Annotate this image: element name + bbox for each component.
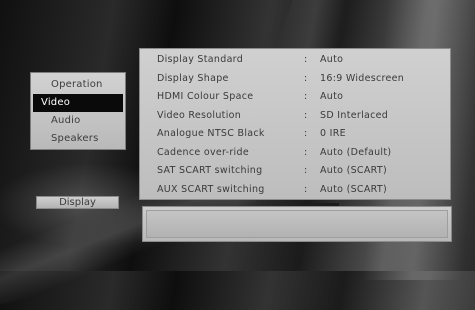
setting-value: Auto [320,54,344,65]
setting-separator: : [304,165,308,176]
setting-value: Auto [320,91,344,102]
setting-separator: : [304,128,308,139]
setting-label: Display Standard [157,54,244,65]
setting-separator: : [304,109,308,121]
setting-label: Cadence over-ride [157,146,249,158]
setting-value: Auto (SCART) [320,165,387,176]
setting-label: HDMI Colour Space [157,91,254,102]
setting-separator: : [304,183,308,195]
info-text-area [146,210,448,238]
settings-list: Display Standard : Auto Display Shape : … [139,48,451,200]
setting-value: Auto (Default) [320,146,392,158]
setting-value: 16:9 Widescreen [320,72,405,84]
setting-value: Auto (SCART) [320,183,387,195]
setting-label: Analogue NTSC Black [157,128,265,139]
setting-value: 0 IRE [320,128,346,139]
setting-value: SD Interlaced [320,109,389,121]
setting-label: Display Shape [157,72,229,84]
info-panel [142,206,452,242]
setting-row-aux-scart-switching[interactable]: AUX SCART switching : Auto (SCART) [140,181,450,200]
setting-row-display-shape[interactable]: Display Shape : 16:9 Widescreen [140,70,450,89]
setting-row-sat-scart-switching[interactable]: SAT SCART switching : Auto (SCART) [140,162,450,181]
category-menu: Operation Video Audio Speakers [30,72,126,150]
menu-item-video[interactable]: Video [33,94,123,112]
setting-separator: : [304,72,308,84]
setting-separator: : [304,91,308,102]
setting-label: SAT SCART switching [157,165,263,176]
menu-item-speakers[interactable]: Speakers [33,130,123,148]
menu-item-operation[interactable]: Operation [33,76,123,94]
setting-row-analogue-ntsc-black[interactable]: Analogue NTSC Black : 0 IRE [140,125,450,144]
setting-label: AUX SCART switching [157,183,265,195]
setting-label: Video Resolution [157,109,242,121]
setting-separator: : [304,146,308,158]
setting-separator: : [304,54,308,65]
menu-item-audio[interactable]: Audio [33,112,123,130]
setting-row-display-standard[interactable]: Display Standard : Auto [140,51,450,70]
display-button[interactable]: Display [36,196,119,209]
setting-row-hdmi-colour-space[interactable]: HDMI Colour Space : Auto [140,88,450,107]
setting-row-cadence-override[interactable]: Cadence over-ride : Auto (Default) [140,144,450,163]
setting-row-video-resolution[interactable]: Video Resolution : SD Interlaced [140,107,450,126]
